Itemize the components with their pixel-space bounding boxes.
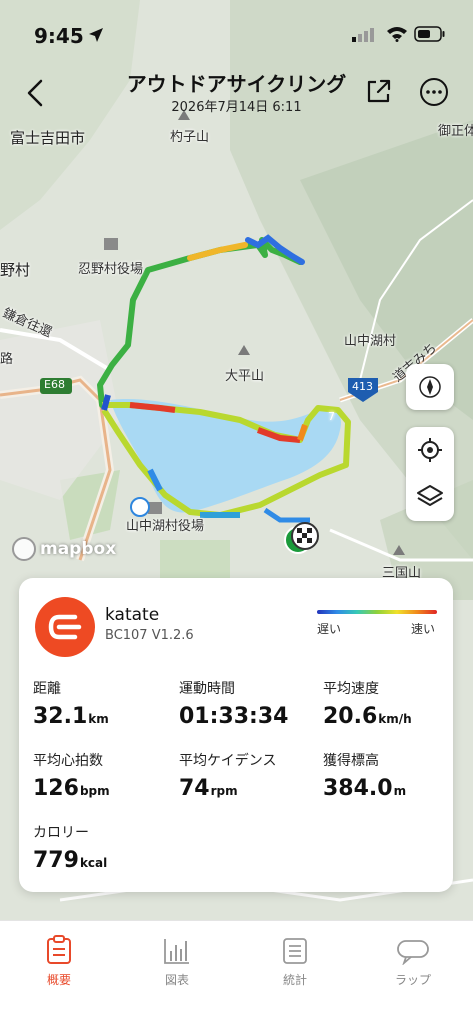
stat-unit: km bbox=[88, 712, 109, 726]
nav-header: アウトドアサイクリング 2026年7月14日 6:11 bbox=[0, 60, 473, 120]
map-label-murako: 杓子山 bbox=[170, 130, 210, 145]
map-controls bbox=[406, 427, 454, 521]
tab-label: 図表 bbox=[164, 973, 189, 987]
bar-chart-icon bbox=[132, 933, 222, 965]
map-label-oshino-office: 忍野村役場 bbox=[78, 262, 144, 277]
stat-value: 384.0 bbox=[323, 776, 393, 801]
location-arrow-icon bbox=[89, 28, 103, 42]
battery-icon bbox=[414, 26, 445, 42]
wifi-icon bbox=[387, 27, 407, 42]
tab-label: 統計 bbox=[282, 973, 307, 987]
speech-bubble-icon bbox=[368, 933, 458, 965]
map-label-ohirayama: 大平山 bbox=[225, 369, 265, 384]
compass-button[interactable] bbox=[406, 364, 454, 410]
layers-icon bbox=[417, 485, 443, 506]
tab-label: 概要 bbox=[46, 973, 71, 987]
device-model: BC107 V1.2.6 bbox=[105, 628, 194, 643]
tab-label: ラップ bbox=[394, 973, 431, 987]
stat-unit: rpm bbox=[210, 784, 238, 798]
map-label-route-small: 7 bbox=[328, 410, 335, 423]
crosshair-icon bbox=[418, 438, 442, 462]
stat-elevation-gain: 獲得標高 384.0m bbox=[323, 750, 406, 801]
tab-overview[interactable]: 概要 bbox=[14, 933, 104, 988]
stat-value: 32.1 bbox=[33, 704, 88, 729]
stat-value: 779 bbox=[33, 848, 79, 873]
stat-label: 運動時間 bbox=[179, 681, 235, 697]
device-logo-icon bbox=[35, 597, 95, 657]
stat-value: 126 bbox=[33, 776, 79, 801]
stat-label: 距離 bbox=[33, 681, 61, 697]
tab-stats[interactable]: 統計 bbox=[250, 933, 340, 988]
mapbox-text: mapbox bbox=[40, 539, 117, 559]
mapbox-attribution: mapbox bbox=[12, 537, 116, 561]
map-label-ro: 路 bbox=[0, 352, 14, 367]
stat-value: 20.6 bbox=[323, 704, 378, 729]
status-time: 9:45 bbox=[34, 24, 84, 48]
mapbox-logo-icon bbox=[12, 537, 36, 561]
stat-unit: m bbox=[393, 784, 407, 798]
stat-label: 平均速度 bbox=[323, 681, 379, 697]
activity-summary-card: katate BC107 V1.2.6 遅い 速い 距離 32.1km 運動時間… bbox=[19, 578, 453, 892]
bottom-tab-bar: 概要 図表 統計 ラップ bbox=[0, 920, 473, 1024]
map-label-e68: E68 bbox=[44, 378, 65, 391]
more-button[interactable] bbox=[418, 76, 450, 108]
activity-date: 2026年7月14日 6:11 bbox=[171, 100, 302, 115]
locate-button[interactable] bbox=[406, 427, 454, 473]
map-label-oshino-village: 野村 bbox=[0, 261, 31, 279]
speed-legend-bar bbox=[317, 610, 437, 614]
stat-value: 01:33:34 bbox=[179, 704, 289, 729]
map-label-misakayama: 御正体 bbox=[438, 124, 473, 139]
stat-label: 平均ケイデンス bbox=[179, 753, 277, 769]
stat-avg-speed: 平均速度 20.6km/h bbox=[323, 678, 412, 729]
stat-label: カロリー bbox=[33, 825, 89, 841]
stat-unit: bpm bbox=[79, 784, 110, 798]
stat-avg-cadence: 平均ケイデンス 74rpm bbox=[179, 750, 276, 801]
stat-unit: kcal bbox=[79, 856, 108, 870]
stat-distance: 距離 32.1km bbox=[33, 678, 109, 729]
stat-avg-heart-rate: 平均心拍数 126bpm bbox=[33, 750, 110, 801]
map-label-fujiyoshida: 富士吉田市 bbox=[10, 129, 86, 147]
stat-value: 74 bbox=[179, 776, 210, 801]
stat-unit: km/h bbox=[378, 712, 412, 726]
legend-fast-label: 速い bbox=[411, 622, 436, 636]
tab-laps[interactable]: ラップ bbox=[368, 933, 458, 988]
map-label-yamanakako-village: 山中湖村 bbox=[344, 334, 397, 349]
clipboard-icon bbox=[14, 933, 104, 965]
share-button[interactable] bbox=[364, 76, 394, 106]
map-label-route-413: 413 bbox=[352, 380, 373, 393]
stat-label: 平均心拍数 bbox=[33, 753, 103, 769]
status-bar: 9:45 bbox=[0, 0, 473, 60]
device-name: katate bbox=[105, 605, 160, 625]
compass-icon bbox=[406, 364, 454, 410]
stat-label: 獲得標高 bbox=[323, 753, 379, 769]
cellular-signal-icon bbox=[352, 28, 374, 42]
tab-charts[interactable]: 図表 bbox=[132, 933, 222, 988]
page-title: アウトドアサイクリング bbox=[126, 72, 347, 96]
layers-button[interactable] bbox=[406, 473, 454, 519]
stat-calories: カロリー 779kcal bbox=[33, 822, 107, 873]
legend-slow-label: 遅い bbox=[317, 622, 342, 636]
map-label-yamanaka-office: 山中湖村役場 bbox=[126, 519, 205, 534]
stat-moving-time: 運動時間 01:33:34 bbox=[179, 678, 288, 729]
list-icon bbox=[250, 933, 340, 965]
